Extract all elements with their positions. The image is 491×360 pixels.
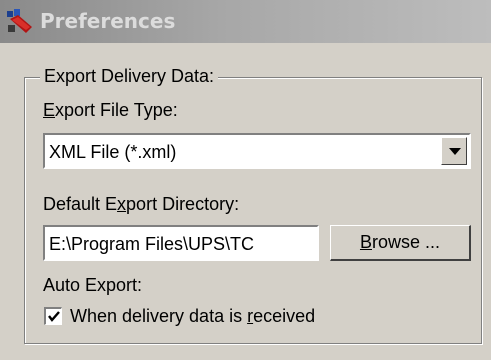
label-part: eceived	[253, 306, 316, 326]
label-part: Default E	[43, 194, 118, 214]
label-part: port Directory:	[126, 194, 240, 214]
button-label: rowse ...	[371, 232, 441, 252]
auto-export-checkbox-label[interactable]: When delivery data is received	[70, 304, 315, 328]
export-directory-value: E:\Program Files\UPS\TC	[49, 234, 255, 254]
button-mnemonic: B	[359, 232, 372, 252]
export-file-type-label: Export File Type:	[43, 98, 178, 122]
label-mnemonic: E	[43, 100, 56, 120]
export-directory-input[interactable]: E:\Program Files\UPS\TC	[43, 225, 319, 261]
title-bar[interactable]: Preferences	[0, 0, 491, 43]
window-title: Preferences	[40, 9, 176, 33]
selected-file-type: XML File (*.xml)	[49, 142, 177, 162]
preferences-icon	[6, 9, 34, 35]
export-directory-label: Default Export Directory:	[43, 192, 239, 216]
label-mnemonic: x	[117, 194, 127, 214]
chevron-down-icon	[449, 148, 461, 155]
browse-button[interactable]: Browse ...	[330, 225, 471, 261]
group-title: Export Delivery Data:	[40, 64, 219, 88]
auto-export-checkbox[interactable]	[44, 307, 62, 325]
label-part: xport File Type:	[55, 100, 178, 120]
auto-export-label: Auto Export:	[43, 275, 143, 295]
label-part: When delivery data is	[70, 306, 248, 326]
dropdown-button[interactable]	[441, 137, 467, 165]
checkmark-icon	[48, 311, 60, 322]
export-file-type-select[interactable]: XML File (*.xml)	[43, 133, 471, 169]
